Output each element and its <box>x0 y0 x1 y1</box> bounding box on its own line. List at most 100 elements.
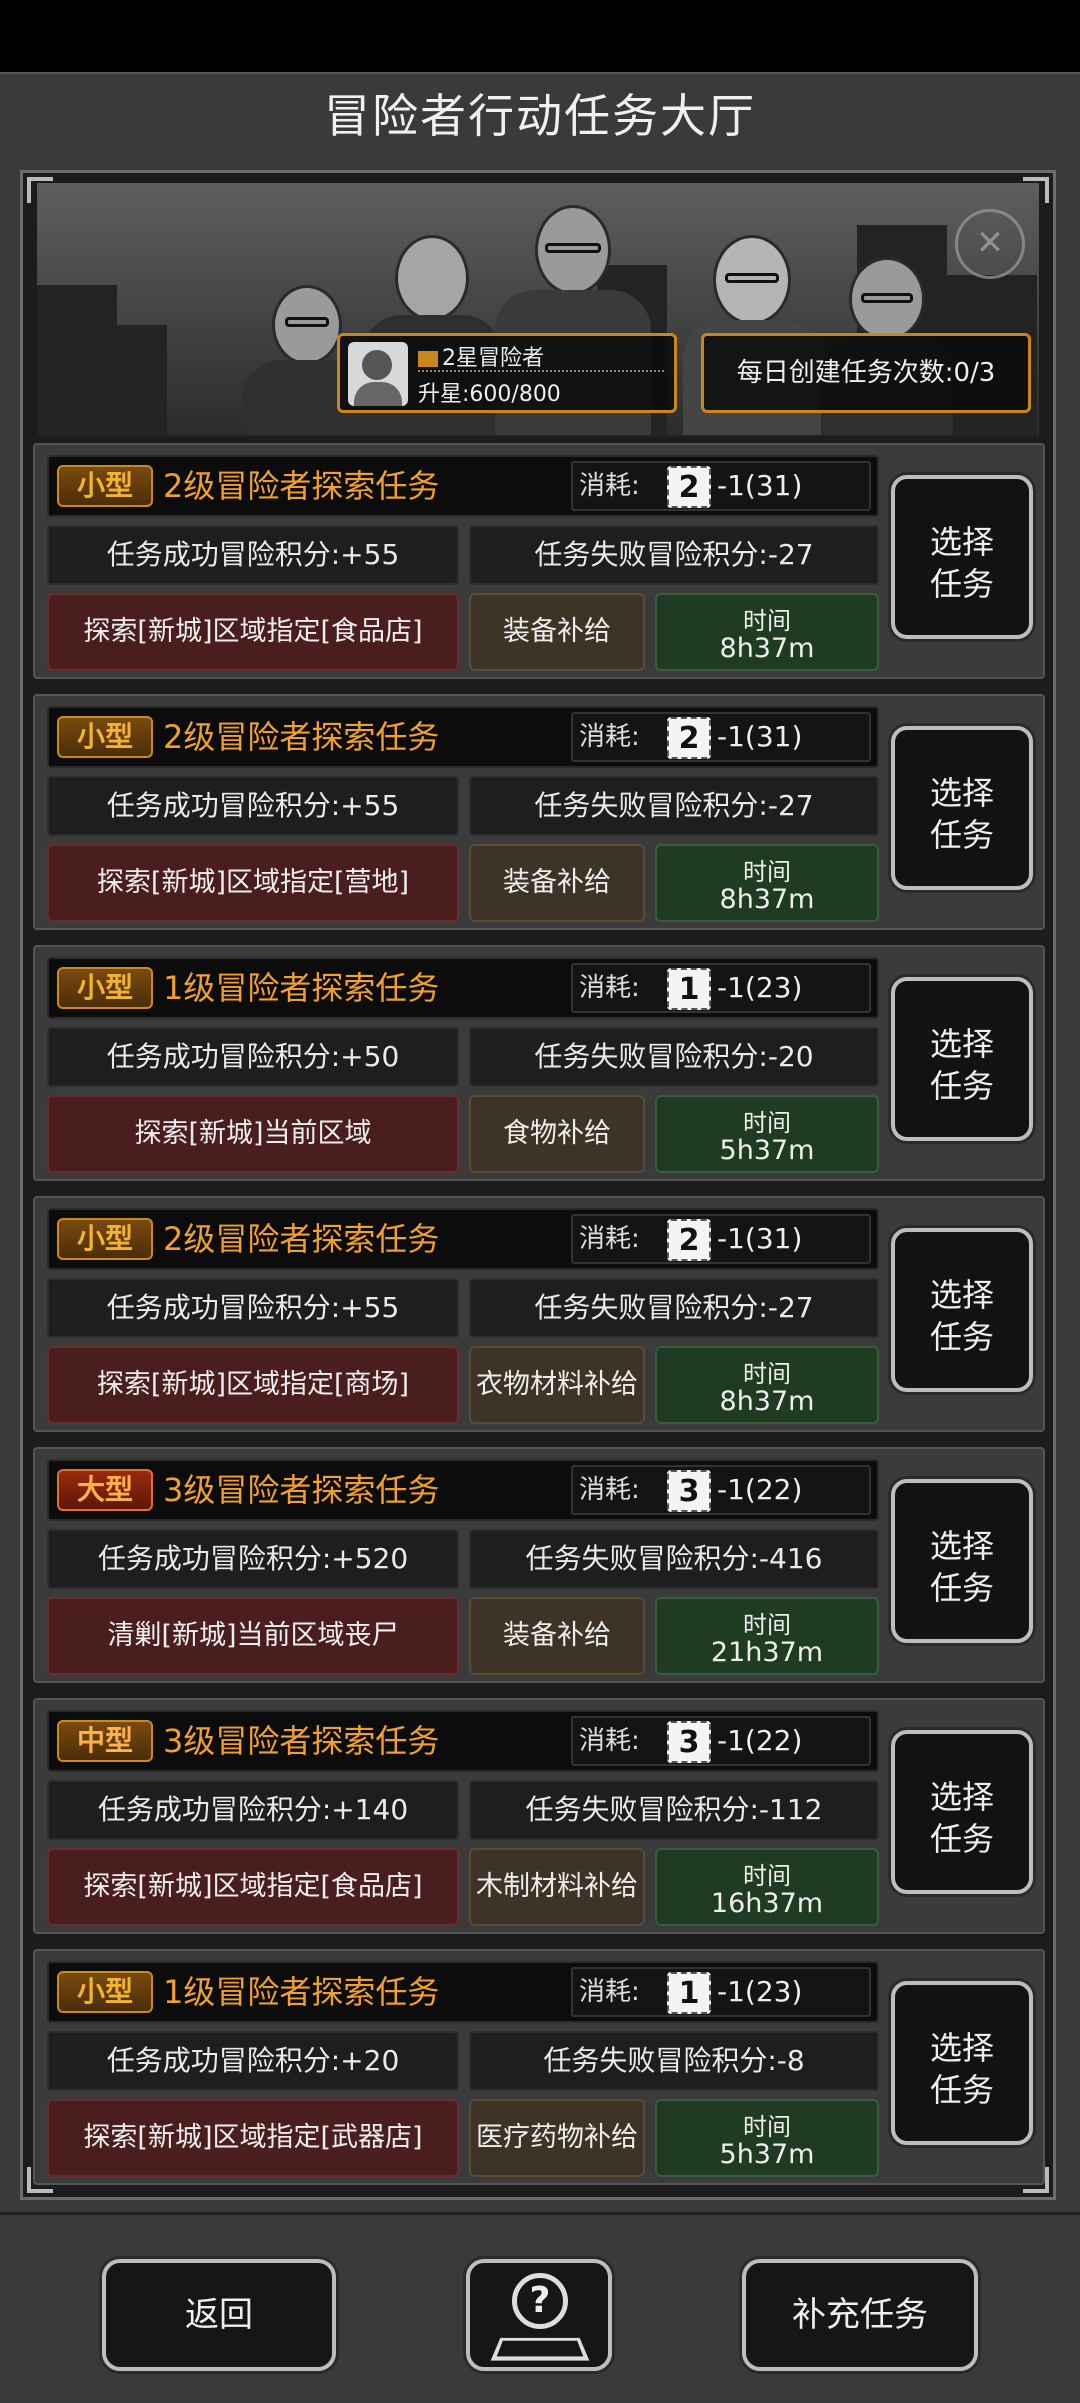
task-size-badge: 大型 <box>57 1469 153 1511</box>
cost-value: -1(22) <box>717 1724 803 1757</box>
success-points: 任务成功冒险积分:+520 <box>47 1529 459 1589</box>
app: 冒险者行动任务大厅 ✕ 2星冒险者 升星:600/800 每日创建任务次数:0/… <box>0 0 1080 2403</box>
select-task-button[interactable]: 选择 任务 <box>891 977 1033 1141</box>
failure-points: 任务失败冒险积分:-20 <box>469 1027 879 1087</box>
time-label: 时间 <box>743 858 791 886</box>
select-label-line2: 任务 <box>929 1067 994 1105</box>
task-header: 小型 1级冒险者探索任务 消耗: 1 -1(23) <box>47 957 879 1019</box>
select-task-button[interactable]: 选择 任务 <box>891 726 1033 890</box>
task-size-badge: 小型 <box>57 716 153 758</box>
time-label: 时间 <box>743 607 791 635</box>
cost-value: -1(31) <box>717 720 803 753</box>
task-card: 小型 2级冒险者探索任务 消耗: 2 -1(31) 任务成功冒险积分:+55 任务失败冒险积… <box>33 443 1045 679</box>
cost-label: 消耗: <box>579 1475 640 1505</box>
task-title: 3级冒险者探索任务 <box>163 1471 440 1509</box>
faction-emblem-icon: ✕ <box>955 209 1025 279</box>
success-points: 任务成功冒险积分:+55 <box>47 525 459 585</box>
cost-label: 消耗: <box>579 471 640 501</box>
cost-value: -1(23) <box>717 1975 803 2008</box>
select-label-line2: 任务 <box>929 816 994 854</box>
building-silhouette <box>107 325 167 435</box>
cost-value: -1(23) <box>717 971 803 1004</box>
task-card: 小型 1级冒险者探索任务 消耗: 1 -1(23) 任务成功冒险积分:+20 任务失败冒险积… <box>33 1949 1045 2185</box>
task-card: 中型 3级冒险者探索任务 消耗: 3 -1(22) 任务成功冒险积分:+140 任务失败冒险… <box>33 1698 1045 1934</box>
refill-tasks-button[interactable]: 补充任务 <box>742 2259 978 2371</box>
task-title: 1级冒险者探索任务 <box>163 969 440 1007</box>
task-size-badge: 小型 <box>57 465 153 507</box>
divider <box>418 370 664 372</box>
task-duration: 时间 8h37m <box>655 593 879 671</box>
select-label-line2: 任务 <box>929 2071 994 2109</box>
supply-reward: 食物补给 <box>469 1095 645 1173</box>
rank-name-text: 2星冒险者 <box>442 346 544 371</box>
select-task-button[interactable]: 选择 任务 <box>891 1981 1033 2145</box>
failure-points: 任务失败冒险积分:-27 <box>469 1278 879 1338</box>
time-value: 8h37m <box>719 884 815 915</box>
time-value: 8h37m <box>719 633 815 664</box>
task-cost: 消耗: 2 -1(31) <box>571 712 871 762</box>
task-target: 清剿[新城]当前区域丧尸 <box>47 1597 459 1675</box>
time-value: 21h37m <box>710 1637 824 1668</box>
task-target: 探索[新城]区域指定[武器店] <box>47 2099 459 2177</box>
select-label-line1: 选择 <box>929 2029 994 2067</box>
select-task-button[interactable]: 选择 任务 <box>891 1228 1033 1392</box>
time-label: 时间 <box>743 1611 791 1639</box>
task-target: 探索[新城]区域指定[食品店] <box>47 593 459 671</box>
task-cost: 消耗: 2 -1(31) <box>571 1214 871 1264</box>
task-header: 中型 3级冒险者探索任务 消耗: 3 -1(22) <box>47 1710 879 1772</box>
time-value: 8h37m <box>719 1386 815 1417</box>
task-title: 3级冒险者探索任务 <box>163 1722 440 1760</box>
task-size-badge: 小型 <box>57 1971 153 2013</box>
level-ticket-icon: 2 <box>667 466 711 508</box>
cost-label: 消耗: <box>579 1726 640 1756</box>
rank-name: 2星冒险者 <box>418 340 544 372</box>
cost-label: 消耗: <box>579 722 640 752</box>
select-task-button[interactable]: 选择 任务 <box>891 475 1033 639</box>
rank-progress: 升星:600/800 <box>418 382 561 407</box>
task-card: 小型 1级冒险者探索任务 消耗: 1 -1(23) 任务成功冒险积分:+50 任务失败冒险积… <box>33 945 1045 1181</box>
failure-points: 任务失败冒险积分:-27 <box>469 525 879 585</box>
select-label-line2: 任务 <box>929 1569 994 1607</box>
select-task-button[interactable]: 选择 任务 <box>891 1479 1033 1643</box>
select-task-button[interactable]: 选择 任务 <box>891 1730 1033 1894</box>
supply-reward: 装备补给 <box>469 593 645 671</box>
time-value: 5h37m <box>719 1135 815 1166</box>
task-frame[interactable]: ✕ 2星冒险者 升星:600/800 每日创建任务次数:0/3 小型 2级冒险者探… <box>20 170 1056 2200</box>
task-title: 1级冒险者探索任务 <box>163 1973 440 2011</box>
success-points: 任务成功冒险积分:+140 <box>47 1780 459 1840</box>
level-ticket-icon: 1 <box>667 968 711 1010</box>
cost-value: -1(22) <box>717 1473 803 1506</box>
help-button[interactable]: ? <box>466 2259 612 2371</box>
cost-value: -1(31) <box>717 1222 803 1255</box>
level-ticket-icon: 3 <box>667 1721 711 1763</box>
supply-reward: 衣物材料补给 <box>469 1346 645 1424</box>
daily-create-count: 每日创建任务次数:0/3 <box>701 333 1031 413</box>
level-ticket-icon: 1 <box>667 1972 711 2014</box>
failure-points: 任务失败冒险积分:-112 <box>469 1780 879 1840</box>
task-target: 探索[新城]当前区域 <box>47 1095 459 1173</box>
task-title: 2级冒险者探索任务 <box>163 718 440 756</box>
back-button[interactable]: 返回 <box>102 2259 336 2371</box>
task-size-badge: 中型 <box>57 1720 153 1762</box>
select-label-line1: 选择 <box>929 523 994 561</box>
failure-points: 任务失败冒险积分:-8 <box>469 2031 879 2091</box>
select-label-line1: 选择 <box>929 1527 994 1565</box>
page-title: 冒险者行动任务大厅 <box>324 89 756 143</box>
level-ticket-icon: 2 <box>667 1219 711 1261</box>
supply-reward: 装备补给 <box>469 1597 645 1675</box>
supply-reward: 木制材料补给 <box>469 1848 645 1926</box>
task-size-badge: 小型 <box>57 1218 153 1260</box>
select-label-line1: 选择 <box>929 1778 994 1816</box>
task-cost: 消耗: 3 -1(22) <box>571 1465 871 1515</box>
task-header: 小型 2级冒险者探索任务 消耗: 2 -1(31) <box>47 455 879 517</box>
bottom-bar: 返回 ? 补充任务 <box>0 2212 1080 2403</box>
select-label-line1: 选择 <box>929 1025 994 1063</box>
cost-label: 消耗: <box>579 1224 640 1254</box>
cost-label: 消耗: <box>579 1977 640 2007</box>
task-title: 2级冒险者探索任务 <box>163 467 440 505</box>
time-label: 时间 <box>743 2113 791 2141</box>
task-header: 小型 1级冒险者探索任务 消耗: 1 -1(23) <box>47 1961 879 2023</box>
cost-label: 消耗: <box>579 973 640 1003</box>
adventurers-banner-image: ✕ 2星冒险者 升星:600/800 每日创建任务次数:0/3 <box>37 183 1039 437</box>
task-duration: 时间 21h37m <box>655 1597 879 1675</box>
